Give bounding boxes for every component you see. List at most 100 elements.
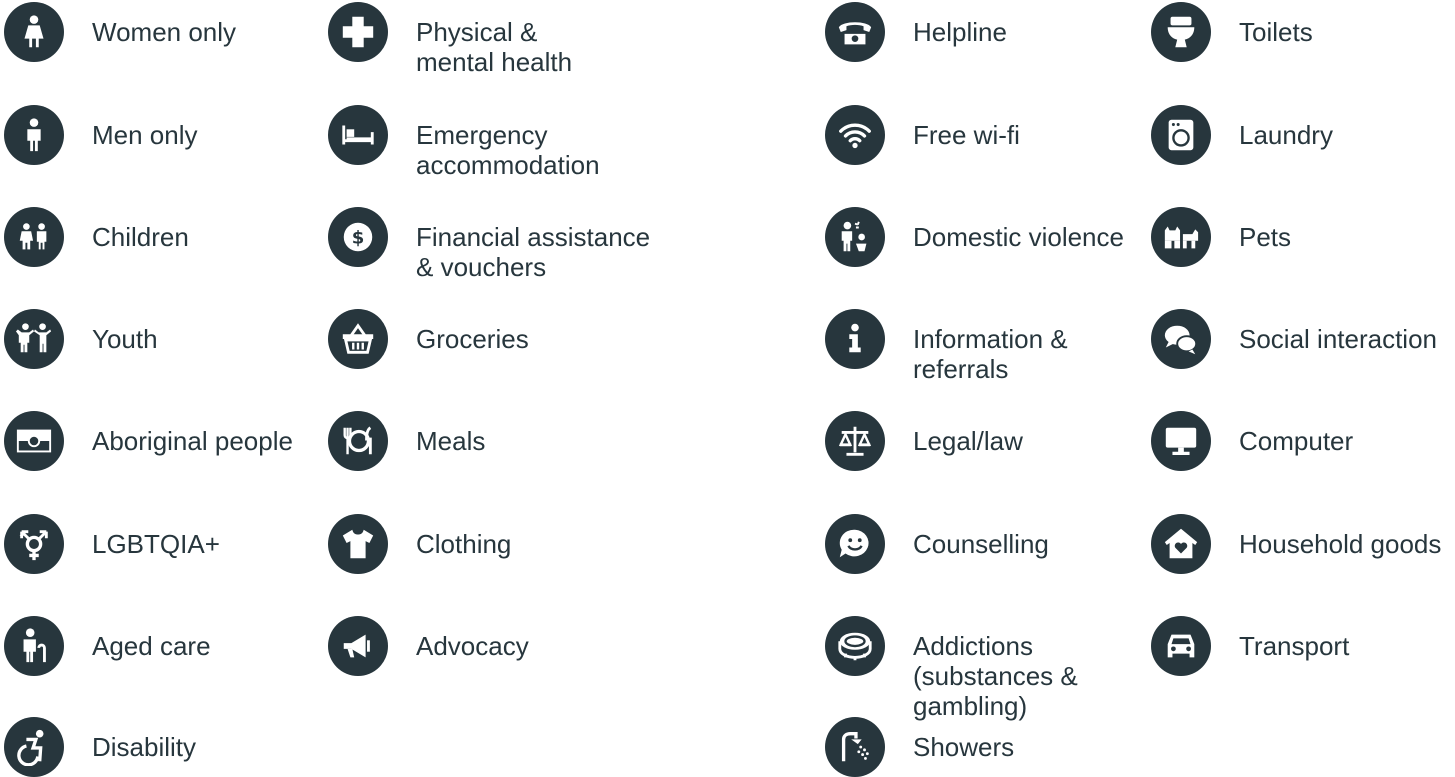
bed-icon — [328, 105, 388, 165]
legend-item: Domestic violence — [825, 207, 1124, 267]
legend-item: Advocacy — [328, 616, 529, 676]
t-shirt-icon — [328, 514, 388, 574]
woman-icon — [4, 2, 64, 62]
label-line: Laundry — [1239, 120, 1333, 150]
legend-item: Women only — [4, 2, 236, 62]
elderly-person-with-cane-icon — [4, 616, 64, 676]
legend-item-label: Transport — [1239, 631, 1349, 661]
legend-item: Men only — [4, 105, 198, 165]
legend-item-label: Meals — [416, 426, 485, 456]
man-icon — [4, 105, 64, 165]
legend-item-label: Youth — [92, 324, 158, 354]
legend-item-label: Legal/law — [913, 426, 1023, 456]
legend-item-label: Emergency accommodation — [416, 120, 600, 180]
legend-item: Emergency accommodation — [328, 105, 600, 180]
dollar-coin-icon: $ — [328, 207, 388, 267]
label-line: Youth — [92, 324, 158, 354]
info-icon — [825, 309, 885, 369]
label-line: Pets — [1239, 222, 1292, 252]
legend-item: Clothing — [328, 514, 511, 574]
legend-item: Showers — [825, 717, 1014, 777]
label-line: Emergency — [416, 120, 548, 150]
legend-item: Meals — [328, 411, 485, 471]
youth-icon — [4, 309, 64, 369]
legend-item-label: Men only — [92, 120, 198, 150]
label-line: Meals — [416, 426, 486, 456]
label-line: Children — [92, 222, 189, 252]
label-line: referrals — [913, 354, 1009, 384]
chat-bubbles-icon — [1151, 309, 1211, 369]
label-line: Financial assistance — [416, 222, 651, 252]
megaphone-icon — [328, 616, 388, 676]
legend-item: LGBTQIA+ — [4, 514, 220, 574]
label-line: Domestic violence — [913, 222, 1124, 252]
legend-item: Transport — [1151, 616, 1349, 676]
telephone-icon — [825, 2, 885, 62]
legend-item: Youth — [4, 309, 158, 369]
car-icon — [1151, 616, 1211, 676]
legend-item-label: Groceries — [416, 324, 529, 354]
legend-item: Legal/law — [825, 411, 1023, 471]
legend-item: Laundry — [1151, 105, 1333, 165]
legend-item-label: Helpline — [913, 17, 1007, 47]
legend-item-label: Toilets — [1239, 17, 1313, 47]
domestic-violence-icon — [825, 207, 885, 267]
label-line: Showers — [913, 732, 1015, 762]
label-line: Aged care — [92, 631, 211, 661]
legend-item: Disability — [4, 717, 196, 777]
smiley-speech-icon — [825, 514, 885, 574]
label-line: (substances & — [913, 661, 1078, 691]
legend-item-label: Household goods — [1239, 529, 1441, 559]
svg-text:$: $ — [352, 228, 365, 249]
legend-item-label: Laundry — [1239, 120, 1333, 150]
legend-item: Toilets — [1151, 2, 1313, 62]
label-line: Disability — [92, 732, 197, 762]
label-line: Free wi-fi — [913, 120, 1020, 150]
legend-item: Pets — [1151, 207, 1291, 267]
legend-item-label: Physical & mental health — [416, 17, 572, 77]
legend-item-label: Showers — [913, 732, 1014, 762]
label-line: Clothing — [416, 529, 512, 559]
label-line: LGBTQIA+ — [92, 529, 220, 559]
label-line: & vouchers — [416, 252, 547, 282]
legend-item-label: Advocacy — [416, 631, 529, 661]
computer-monitor-icon — [1151, 411, 1211, 471]
legend-item: Aged care — [4, 616, 211, 676]
label-line: Physical & — [416, 17, 538, 47]
label-line: Helpline — [913, 17, 1007, 47]
shower-icon — [825, 717, 885, 777]
legend-item-label: Disability — [92, 732, 196, 762]
legend-item: Free wi-fi — [825, 105, 1020, 165]
washing-machine-icon — [1151, 105, 1211, 165]
label-line: mental health — [416, 47, 573, 77]
children-icon — [4, 207, 64, 267]
legend-item-label: Children — [92, 222, 189, 252]
shopping-basket-icon — [328, 309, 388, 369]
legend-item-label: Aboriginal people — [92, 426, 293, 456]
legend-item-label: Domestic violence — [913, 222, 1124, 252]
legend-item-label: Computer — [1239, 426, 1353, 456]
legend-item-label: Counselling — [913, 529, 1049, 559]
label-line: Household goods — [1239, 529, 1442, 559]
label-line: Computer — [1239, 426, 1354, 456]
wifi-icon — [825, 105, 885, 165]
scales-icon — [825, 411, 885, 471]
label-line: Aboriginal people — [92, 426, 293, 456]
legend-item-label: Clothing — [416, 529, 511, 559]
label-line: Legal/law — [913, 426, 1023, 456]
medical-cross-icon — [328, 2, 388, 62]
label-line: Women only — [92, 17, 237, 47]
legend-item-label: LGBTQIA+ — [92, 529, 220, 559]
legend-item-label: Pets — [1239, 222, 1291, 252]
plate-cutlery-icon — [328, 411, 388, 471]
legend-item: Aboriginal people — [4, 411, 293, 471]
transgender-symbol-icon — [4, 514, 64, 574]
label-line: Addictions — [913, 631, 1033, 661]
label-line: Groceries — [416, 324, 529, 354]
label-line: Toilets — [1239, 17, 1313, 47]
legend-item: Groceries — [328, 309, 529, 369]
legend-item-label: Women only — [92, 17, 236, 47]
legend-item-label: Addictions (substances & gambling) — [913, 631, 1078, 721]
label-line: Men only — [92, 120, 198, 150]
legend-item: Information & referrals — [825, 309, 1068, 384]
